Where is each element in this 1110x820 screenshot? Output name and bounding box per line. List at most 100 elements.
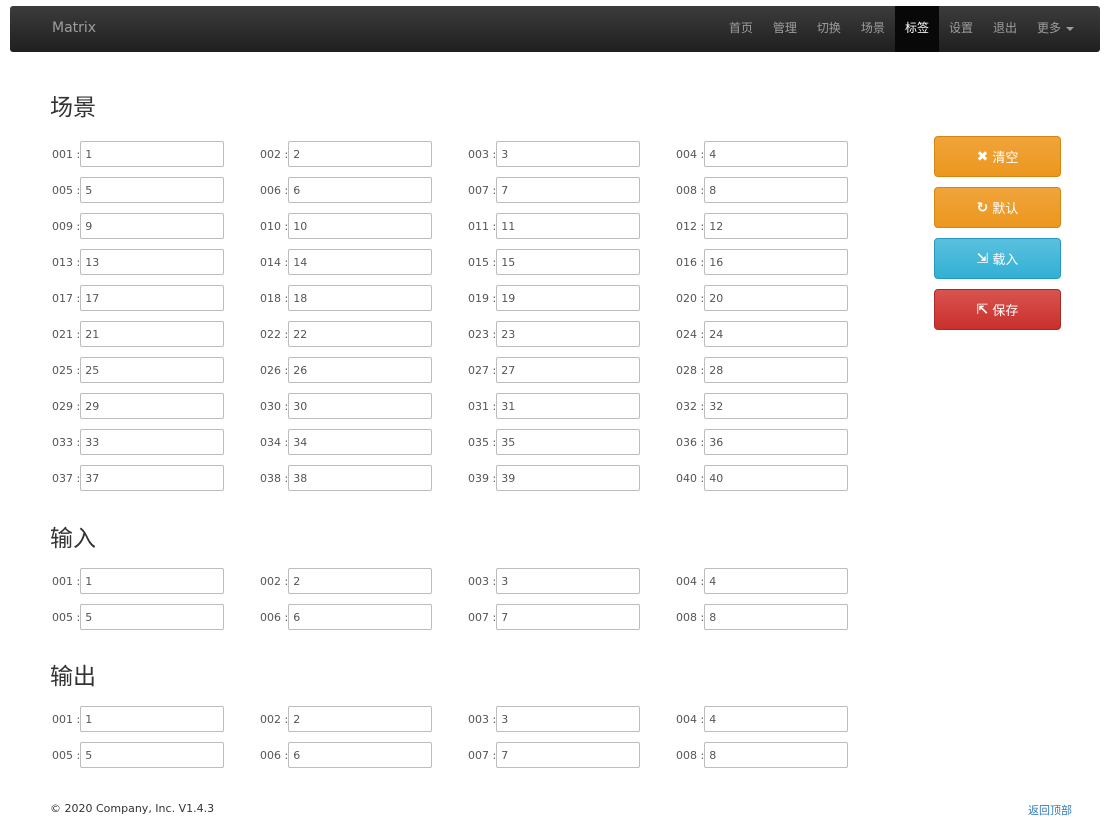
- label-input[interactable]: [80, 357, 225, 383]
- label-cell: 017 :: [52, 285, 225, 311]
- brand-logo[interactable]: Matrix: [52, 6, 96, 50]
- label-number: 016 :: [676, 255, 705, 269]
- label-input[interactable]: [496, 177, 641, 203]
- label-input[interactable]: [288, 429, 433, 455]
- label-input[interactable]: [80, 249, 225, 275]
- label-number: 025 :: [52, 363, 81, 377]
- label-input[interactable]: [496, 141, 641, 167]
- label-input[interactable]: [288, 568, 433, 594]
- nav-item-more[interactable]: 更多: [1027, 6, 1084, 52]
- label-input[interactable]: [496, 357, 641, 383]
- label-number: 003 :: [468, 712, 497, 726]
- label-cell: 016 :: [676, 249, 849, 275]
- label-input[interactable]: [288, 141, 433, 167]
- label-input[interactable]: [704, 141, 849, 167]
- label-number: 001 :: [52, 712, 81, 726]
- label-input[interactable]: [496, 604, 641, 630]
- nav-item-logout[interactable]: 退出: [983, 6, 1027, 52]
- label-input[interactable]: [80, 393, 225, 419]
- nav-more-label: 更多: [1036, 21, 1061, 35]
- label-cell: 005 :: [52, 604, 225, 630]
- label-input[interactable]: [288, 742, 433, 768]
- label-input[interactable]: [288, 321, 433, 347]
- label-input[interactable]: [496, 706, 641, 732]
- label-input[interactable]: [288, 604, 433, 630]
- label-input[interactable]: [496, 742, 641, 768]
- label-input[interactable]: [288, 357, 433, 383]
- nav-item-label[interactable]: 标签: [894, 6, 939, 52]
- label-cell: 004 :: [676, 568, 849, 594]
- label-number: 033 :: [52, 435, 81, 449]
- label-input[interactable]: [288, 393, 433, 419]
- label-cell: 004 :: [676, 141, 849, 167]
- label-input[interactable]: [704, 177, 849, 203]
- label-cell: 007 :: [468, 604, 641, 630]
- label-input[interactable]: [288, 706, 433, 732]
- label-input[interactable]: [704, 285, 849, 311]
- label-cell: 004 :: [676, 706, 849, 732]
- label-input[interactable]: [80, 604, 225, 630]
- load-button[interactable]: ⇲ 载入: [934, 238, 1061, 279]
- label-input[interactable]: [80, 141, 225, 167]
- label-input[interactable]: [496, 465, 641, 491]
- nav-item-settings[interactable]: 设置: [939, 6, 983, 52]
- label-number: 026 :: [260, 363, 289, 377]
- label-number: 004 :: [676, 712, 705, 726]
- default-button[interactable]: ↻ 默认: [934, 187, 1061, 228]
- label-cell: 019 :: [468, 285, 641, 311]
- label-input[interactable]: [80, 177, 225, 203]
- save-button[interactable]: ⇱ 保存: [934, 289, 1061, 330]
- nav-item-home[interactable]: 首页: [719, 6, 763, 52]
- label-input[interactable]: [80, 568, 225, 594]
- label-number: 002 :: [260, 574, 289, 588]
- label-input[interactable]: [288, 177, 433, 203]
- label-number: 009 :: [52, 219, 81, 233]
- label-input[interactable]: [80, 321, 225, 347]
- label-input[interactable]: [80, 706, 225, 732]
- nav-item-manage[interactable]: 管理: [763, 6, 807, 52]
- label-input[interactable]: [704, 568, 849, 594]
- label-input[interactable]: [80, 213, 225, 239]
- label-input[interactable]: [496, 321, 641, 347]
- label-input[interactable]: [80, 465, 225, 491]
- back-to-top-link[interactable]: 返回顶部: [1028, 802, 1072, 818]
- label-cell: 006 :: [260, 177, 433, 203]
- label-number: 022 :: [260, 327, 289, 341]
- label-input[interactable]: [704, 249, 849, 275]
- label-cell: 029 :: [52, 393, 225, 419]
- label-number: 008 :: [676, 183, 705, 197]
- label-cell: 023 :: [468, 321, 641, 347]
- label-input[interactable]: [496, 568, 641, 594]
- label-input[interactable]: [704, 604, 849, 630]
- label-input[interactable]: [704, 465, 849, 491]
- label-number: 007 :: [468, 748, 497, 762]
- label-input[interactable]: [704, 429, 849, 455]
- label-input[interactable]: [80, 429, 225, 455]
- nav-item-switch[interactable]: 切换: [807, 6, 851, 52]
- label-input[interactable]: [704, 742, 849, 768]
- label-cell: 003 :: [468, 568, 641, 594]
- label-input[interactable]: [80, 742, 225, 768]
- label-input[interactable]: [288, 249, 433, 275]
- clear-button[interactable]: ✖ 清空: [934, 136, 1061, 177]
- label-input[interactable]: [496, 429, 641, 455]
- nav-item-scene[interactable]: 场景: [851, 6, 895, 52]
- label-input[interactable]: [704, 213, 849, 239]
- label-number: 004 :: [676, 147, 705, 161]
- label-number: 029 :: [52, 399, 81, 413]
- label-input[interactable]: [704, 321, 849, 347]
- x-icon: ✖: [976, 148, 989, 165]
- label-input[interactable]: [80, 285, 225, 311]
- label-input[interactable]: [496, 249, 641, 275]
- label-input[interactable]: [288, 285, 433, 311]
- label-input[interactable]: [704, 706, 849, 732]
- label-input[interactable]: [496, 213, 641, 239]
- label-cell: 025 :: [52, 357, 225, 383]
- label-input[interactable]: [704, 393, 849, 419]
- label-input[interactable]: [704, 357, 849, 383]
- refresh-icon: ↻: [976, 199, 989, 216]
- label-input[interactable]: [288, 465, 433, 491]
- label-input[interactable]: [288, 213, 433, 239]
- label-input[interactable]: [496, 393, 641, 419]
- label-input[interactable]: [496, 285, 641, 311]
